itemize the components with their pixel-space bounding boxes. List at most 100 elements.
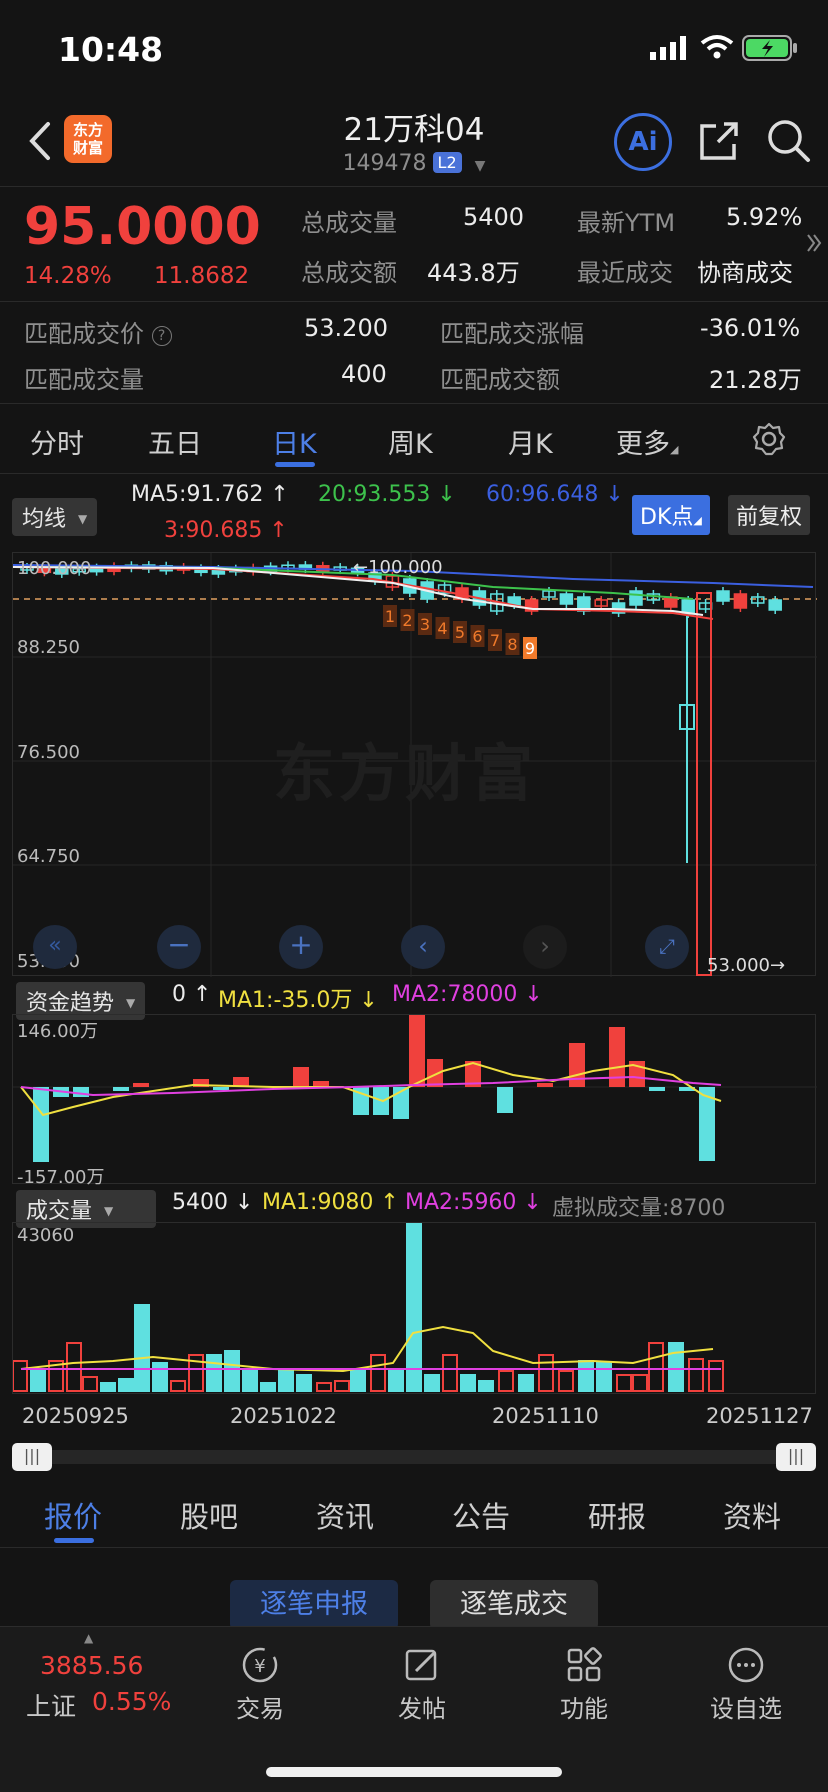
indicator-selector[interactable]: 均线 ▼ [12, 498, 98, 536]
signal-marker-label: 4 [437, 619, 447, 638]
recent-trade-value: 协商成交 [697, 259, 793, 287]
volume-bar [296, 1374, 312, 1392]
tab-monthly-k[interactable]: 月K [508, 422, 553, 461]
volume-bar [30, 1370, 46, 1392]
date-label: 20251022 [230, 1404, 337, 1428]
volume-bar [596, 1362, 612, 1392]
y-label: 64.750 [17, 846, 80, 867]
tab-intraday[interactable]: 分时 [30, 422, 84, 461]
volume-bar [668, 1342, 684, 1392]
volume-bar [350, 1370, 366, 1392]
tab-weekly-k[interactable]: 周K [388, 422, 433, 461]
money-top-label: 146.00万 [17, 1021, 98, 1042]
change-amount: 11.8682 [154, 263, 250, 289]
volume-bar [478, 1380, 494, 1392]
expand-right-icon[interactable] [806, 233, 822, 253]
tab-announcements[interactable]: 公告 [452, 1494, 510, 1536]
match-price-value: 53.200 [304, 314, 388, 342]
volume-bar [206, 1354, 222, 1392]
volume-bar [616, 1374, 632, 1392]
ai-button[interactable]: Ai [614, 113, 672, 171]
volume-bar [152, 1362, 168, 1392]
tab-more[interactable]: 更多◢ [616, 422, 678, 461]
ma20-value: 20:93.553 ↓ [318, 482, 456, 507]
volume-bar [460, 1374, 476, 1392]
volume-bar [708, 1360, 724, 1392]
range-handle-right[interactable]: ||| [776, 1443, 816, 1471]
fullscreen-button[interactable]: ⤢ [645, 925, 689, 969]
money-bar [213, 1087, 229, 1090]
date-label: 20251110 [492, 1404, 599, 1428]
active-tab-indicator [275, 462, 315, 467]
zoom-out-button[interactable]: − [157, 925, 201, 969]
match-volume-label: 匹配成交量 [24, 366, 144, 394]
tab-profile[interactable]: 资料 [723, 1494, 781, 1536]
index-value[interactable]: 3885.56 [40, 1651, 143, 1680]
tab-news[interactable]: 资讯 [316, 1494, 374, 1536]
volume-top-label: 43060 [17, 1225, 75, 1246]
svg-text:¥: ¥ [254, 1656, 265, 1677]
candle [629, 590, 643, 606]
level-badge: L2 [432, 152, 462, 173]
volume-bar [498, 1370, 514, 1392]
trades-button[interactable]: 逐笔成交 [430, 1580, 598, 1630]
tab-daily-k[interactable]: 日K [272, 422, 317, 461]
money-bar [133, 1083, 149, 1087]
volume-bar [442, 1354, 458, 1392]
y-label: 100.000 [17, 558, 92, 579]
nav-watchlist[interactable]: 设自选 [696, 1645, 796, 1724]
signal-marker-label: 5 [455, 623, 465, 642]
nav-functions[interactable]: 功能 [534, 1645, 634, 1724]
volume-bar [224, 1350, 240, 1392]
y-label: 88.250 [17, 637, 80, 658]
restore-button[interactable]: 前复权 [728, 495, 811, 535]
orders-button[interactable]: 逐笔申报 [230, 1580, 398, 1630]
scroll-right-button[interactable]: › [523, 925, 567, 969]
rewind-button[interactable]: « [33, 925, 77, 969]
header: 东方财富 21万科04 149478 L2 ▼ Ai [0, 96, 828, 186]
candle [559, 593, 574, 605]
money-bar [537, 1083, 553, 1087]
index-name[interactable]: 上证 [26, 1687, 76, 1723]
volume-bar [578, 1360, 594, 1392]
tab-forum[interactable]: 股吧 [180, 1494, 238, 1536]
search-icon[interactable] [764, 116, 812, 164]
total-amount-value: 443.8万 [427, 259, 520, 287]
min-price-label: 53.000→ [707, 955, 786, 976]
money-trend-chart[interactable]: 146.00万 -157.00万 [12, 1014, 817, 1188]
signal-marker-label: 3 [420, 615, 430, 634]
ma5-value: MA5:91.762 ↑ [131, 482, 289, 507]
volume-bar [538, 1354, 554, 1392]
volume-ma2: MA2:5960 ↓ [405, 1190, 542, 1215]
nav-trade[interactable]: ¥ 交易 [210, 1645, 310, 1724]
volume-bar [134, 1304, 150, 1392]
match-amount-label: 匹配成交额 [440, 366, 560, 394]
dk-button[interactable]: DK点◢ [632, 495, 710, 535]
tab-five-day[interactable]: 五日 [148, 422, 202, 461]
active-tab-indicator [54, 1538, 94, 1543]
status-bar: 10:48 [0, 0, 828, 96]
share-icon[interactable] [696, 118, 742, 164]
scroll-left-button[interactable]: ‹ [401, 925, 445, 969]
ma3-value: 3:90.685 ↑ [164, 518, 288, 543]
date-label: 20251127 [706, 1404, 813, 1428]
candlestick-chart[interactable]: 123456789 东方财富 100.000 88.250 76.500 64.… [12, 552, 817, 977]
match-change-label: 匹配成交涨幅 [440, 320, 584, 348]
help-icon[interactable]: ? [151, 326, 172, 346]
settings-icon[interactable] [752, 422, 786, 456]
money-bar [649, 1087, 665, 1091]
zoom-in-button[interactable]: + [279, 925, 323, 969]
match-amount-value: 21.28万 [709, 366, 802, 394]
tab-quote[interactable]: 报价 [44, 1494, 102, 1536]
y-label: 76.500 [17, 742, 80, 763]
battery-icon [742, 35, 797, 61]
volume-chart[interactable]: 43060 [12, 1222, 816, 1394]
money-bar [569, 1043, 585, 1087]
range-handle-left[interactable]: ||| [12, 1443, 52, 1471]
tab-research[interactable]: 研报 [588, 1494, 646, 1536]
recent-trade-label: 最近成交 [577, 259, 673, 287]
index-change[interactable]: 0.55% [92, 1687, 171, 1716]
nav-post[interactable]: 发帖 [372, 1645, 472, 1724]
volume-bar [370, 1354, 386, 1392]
volume-bar [118, 1378, 134, 1392]
